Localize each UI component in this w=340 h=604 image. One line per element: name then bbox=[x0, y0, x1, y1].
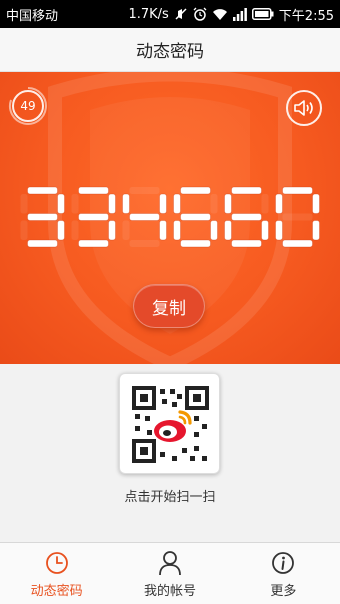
speaker-icon bbox=[294, 100, 313, 116]
status-bar: 中国移动 1.7K/s 下午2:55 bbox=[0, 0, 340, 28]
tab-my-account[interactable]: 我的帐号 bbox=[113, 543, 226, 604]
mute-icon bbox=[174, 6, 188, 22]
code-digit bbox=[20, 186, 65, 248]
tab-label: 动态密码 bbox=[30, 583, 83, 599]
tab-label: 更多 bbox=[270, 583, 297, 599]
code-digit bbox=[275, 186, 320, 248]
status-icons: 1.7K/s 下午2:55 bbox=[128, 5, 334, 24]
token-panel: 49 复制 bbox=[0, 72, 340, 364]
dynamic-code-display bbox=[20, 186, 320, 248]
copy-button-label: 复制 bbox=[152, 298, 186, 319]
net-speed: 1.7K/s bbox=[128, 6, 169, 22]
code-digit bbox=[71, 186, 116, 248]
code-digit bbox=[122, 187, 167, 247]
countdown-timer: 49 bbox=[12, 90, 44, 122]
tab-more[interactable]: 更多 bbox=[227, 543, 340, 604]
info-icon bbox=[271, 549, 295, 577]
sound-toggle-button[interactable] bbox=[286, 90, 322, 126]
scan-hint-text: 点击开始扫一扫 bbox=[124, 490, 216, 505]
bottom-tab-bar: 动态密码 我的帐号 更多 bbox=[0, 542, 340, 604]
clock-time: 下午2:55 bbox=[278, 8, 334, 24]
carrier-name: 中国移动 bbox=[6, 8, 59, 24]
wifi-icon bbox=[212, 6, 228, 22]
clock-icon bbox=[45, 549, 69, 577]
tab-dynamic-code[interactable]: 动态密码 bbox=[0, 543, 113, 604]
title-bar: 动态密码 bbox=[0, 28, 340, 72]
qr-scan-button[interactable] bbox=[119, 373, 220, 474]
countdown-value: 49 bbox=[20, 99, 36, 113]
tab-label: 我的帐号 bbox=[143, 583, 196, 599]
user-icon bbox=[158, 549, 182, 577]
page-title: 动态密码 bbox=[136, 42, 204, 62]
alarm-icon bbox=[193, 6, 207, 22]
code-digit bbox=[224, 186, 269, 248]
weibo-qr-icon bbox=[132, 386, 209, 463]
battery-icon bbox=[251, 6, 274, 22]
signal-icon bbox=[232, 6, 247, 22]
copy-button[interactable]: 复制 bbox=[133, 284, 205, 328]
code-digit bbox=[173, 186, 218, 248]
